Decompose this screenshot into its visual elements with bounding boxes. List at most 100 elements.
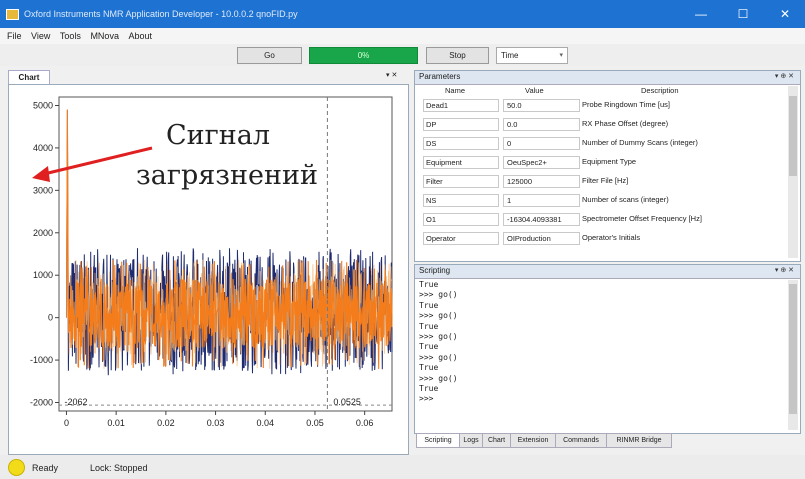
parameter-value-field[interactable]: 0 bbox=[503, 137, 580, 150]
y-tick-label: 5000 bbox=[33, 100, 53, 110]
col-description: Description bbox=[641, 86, 679, 95]
menu-mnova[interactable]: MNova bbox=[90, 31, 119, 41]
console-line: >>> go() bbox=[419, 311, 458, 321]
console-line: >>> bbox=[419, 394, 434, 404]
parameters-panel: Parameters ▾ ⊕ ✕ Name Value Description … bbox=[414, 70, 801, 262]
chevron-down-icon: ▾ bbox=[559, 52, 563, 59]
parameter-name: Dead1 bbox=[423, 99, 499, 112]
chart-panel-controls[interactable]: ▾ ✕ bbox=[386, 71, 397, 79]
parameter-description: Number of Dummy Scans (integer) bbox=[582, 138, 698, 147]
close-button[interactable]: ✕ bbox=[772, 6, 798, 22]
stop-button[interactable]: Stop bbox=[426, 47, 489, 64]
parameter-value-field[interactable]: 50.0 bbox=[503, 99, 580, 112]
annotation-arrow-line bbox=[43, 146, 153, 176]
parameter-name: Filter bbox=[423, 175, 499, 188]
parameter-name: O1 bbox=[423, 213, 499, 226]
minimize-button[interactable]: — bbox=[688, 6, 714, 22]
parameter-description: Filter File [Hz] bbox=[582, 176, 629, 185]
title-bar: Oxford Instruments NMR Application Devel… bbox=[0, 0, 805, 28]
parameter-row[interactable]: Equipment OeuSpec2+ Equipment Type bbox=[415, 152, 786, 171]
bottom-tab-chart[interactable]: Chart bbox=[482, 433, 511, 448]
y-tick-label: -1000 bbox=[30, 355, 53, 365]
console-line: >>> go() bbox=[419, 332, 458, 342]
bottom-tab-logs[interactable]: Logs bbox=[459, 433, 483, 448]
console-line: >>> go() bbox=[419, 290, 458, 300]
parameter-row[interactable]: O1 -16304.4093381 Spectrometer Offset Freq… bbox=[415, 209, 786, 228]
scripting-scrollbar[interactable] bbox=[788, 280, 798, 430]
parameter-description: Number of scans (integer) bbox=[582, 195, 669, 204]
annotation-arrow bbox=[32, 146, 153, 182]
cursor-x-label: 0.0525 bbox=[333, 397, 361, 407]
x-tick-label: 0.03 bbox=[207, 418, 225, 428]
console-line: True bbox=[419, 321, 439, 331]
menu-bar: File View Tools MNova About bbox=[0, 28, 805, 44]
parameter-row[interactable]: NS 1 Number of scans (integer) bbox=[415, 190, 786, 209]
bottom-tab-rinmr-bridge[interactable]: RINMR Bridge bbox=[606, 433, 672, 448]
parameter-description: Equipment Type bbox=[582, 157, 637, 166]
annotation-line-2: загрязнений bbox=[136, 160, 318, 191]
app-icon bbox=[6, 9, 19, 20]
bottom-tab-commands[interactable]: Commands bbox=[555, 433, 607, 448]
parameter-value-field[interactable]: 0.0 bbox=[503, 118, 580, 131]
menu-view[interactable]: View bbox=[31, 31, 50, 41]
x-tick-label: 0.01 bbox=[107, 418, 125, 428]
y-tick-label: -2000 bbox=[30, 398, 53, 408]
view-select[interactable]: Time ▾ bbox=[496, 47, 568, 64]
parameter-description: Spectrometer Offset Frequency [Hz] bbox=[582, 214, 702, 223]
bottom-tab-scripting[interactable]: Scripting bbox=[416, 433, 460, 448]
x-tick-label: 0.06 bbox=[356, 418, 374, 428]
parameter-value-field[interactable]: 1 bbox=[503, 194, 580, 207]
parameter-value-field[interactable]: OeuSpec2+ bbox=[503, 156, 580, 169]
parameter-row[interactable]: DS 0 Number of Dummy Scans (integer) bbox=[415, 133, 786, 152]
parameter-name: DP bbox=[423, 118, 499, 131]
bottom-tab-extension[interactable]: Extension bbox=[510, 433, 556, 448]
parameters-header: Parameters ▾ ⊕ ✕ bbox=[415, 71, 800, 85]
col-value: Value bbox=[525, 86, 544, 95]
progress-bar: 0% bbox=[309, 47, 418, 64]
parameter-row[interactable]: DP 0.0 RX Phase Offset (degree) bbox=[415, 114, 786, 133]
status-led-icon bbox=[8, 459, 25, 476]
menu-file[interactable]: File bbox=[7, 31, 22, 41]
y-tick-label: 1000 bbox=[33, 270, 53, 280]
y-tick-label: 0 bbox=[48, 313, 53, 323]
x-tick-label: 0.04 bbox=[256, 418, 274, 428]
scripting-panel: Scripting ▾ ⊕ ✕ True >>> go() True >>> go()… bbox=[414, 264, 801, 434]
x-tick-label: 0.05 bbox=[306, 418, 324, 428]
parameter-name: Equipment bbox=[423, 156, 499, 169]
y-tick-label: 2000 bbox=[33, 228, 53, 238]
tab-chart[interactable]: Chart bbox=[8, 70, 50, 85]
parameter-value-field[interactable]: OIProduction bbox=[503, 232, 580, 245]
parameter-row[interactable]: Filter 125000 Filter File [Hz] bbox=[415, 171, 786, 190]
status-lock: Lock: Stopped bbox=[90, 463, 148, 473]
menu-about[interactable]: About bbox=[128, 31, 152, 41]
menu-tools[interactable]: Tools bbox=[60, 31, 81, 41]
console-line: True bbox=[419, 280, 439, 289]
parameter-value-field[interactable]: 125000 bbox=[503, 175, 580, 188]
scripting-controls[interactable]: ▾ ⊕ ✕ bbox=[775, 266, 794, 274]
console-line: True bbox=[419, 384, 439, 394]
parameter-value-field[interactable]: -16304.4093381 bbox=[503, 213, 580, 226]
parameters-scrollbar[interactable] bbox=[788, 86, 798, 258]
annotation-line-1: Сигнал bbox=[166, 120, 271, 151]
parameter-name: NS bbox=[423, 194, 499, 207]
parameters-rows: Dead1 50.0 Probe Ringdown Time [us] DP 0.0 RX… bbox=[415, 95, 786, 247]
scripting-header: Scripting ▾ ⊕ ✕ bbox=[415, 265, 800, 279]
view-select-value: Time bbox=[501, 51, 519, 60]
x-tick-label: 0.02 bbox=[157, 418, 175, 428]
parameters-table-header: Name Value Description bbox=[415, 85, 786, 95]
parameters-table: Name Value Description Dead1 50.0 Probe Ri… bbox=[415, 85, 786, 247]
min-y-label: -2062 bbox=[64, 397, 87, 407]
parameter-row[interactable]: Operator OIProduction Operator's Initials bbox=[415, 228, 786, 247]
parameter-row[interactable]: Dead1 50.0 Probe Ringdown Time [us] bbox=[415, 95, 786, 114]
parameters-scroll-thumb[interactable] bbox=[789, 96, 797, 176]
parameters-controls[interactable]: ▾ ⊕ ✕ bbox=[775, 72, 794, 80]
scripting-console[interactable]: True >>> go() True >>> go() True >>> go() True… bbox=[419, 280, 458, 405]
scripting-scroll-thumb[interactable] bbox=[789, 284, 797, 414]
parameter-description: Probe Ringdown Time [us] bbox=[582, 100, 670, 109]
parameter-name: DS bbox=[423, 137, 499, 150]
maximize-button[interactable]: ☐ bbox=[730, 6, 756, 22]
console-line: True bbox=[419, 300, 439, 310]
go-button[interactable]: Go bbox=[237, 47, 302, 64]
parameters-title: Parameters bbox=[419, 72, 461, 81]
status-ready: Ready bbox=[32, 463, 59, 473]
